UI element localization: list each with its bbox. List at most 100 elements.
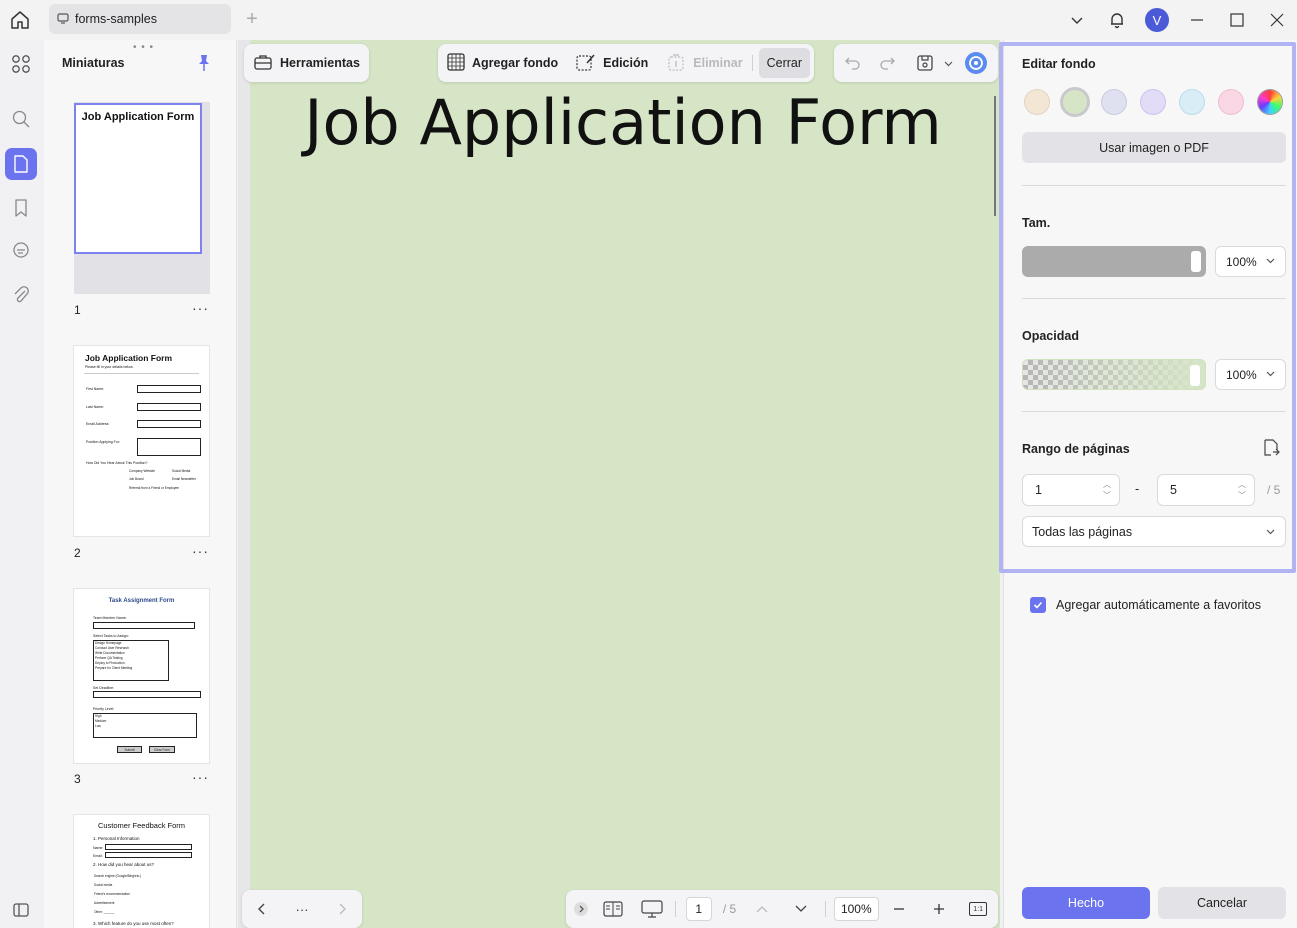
- document-page[interactable]: [250, 40, 1000, 928]
- range-to-input[interactable]: 5 ︿ ﹀: [1157, 474, 1255, 506]
- drag-handle[interactable]: • • •: [133, 42, 154, 53]
- chevron-down-icon: [1266, 529, 1275, 535]
- more-options-button[interactable]: ···: [282, 890, 322, 928]
- document-tab[interactable]: forms-samples: [49, 4, 231, 34]
- thumb3-label: Team Member Name:: [93, 616, 127, 620]
- pages-subset-select[interactable]: Todas las páginas: [1022, 516, 1286, 547]
- save-options-chevron-icon[interactable]: [944, 59, 958, 68]
- thumb3-task: Deploy to Production: [95, 661, 125, 665]
- new-tab-button[interactable]: +: [242, 9, 262, 29]
- tools-button[interactable]: Herramientas: [244, 44, 369, 82]
- size-percent-select[interactable]: 100%: [1215, 246, 1286, 277]
- presentation-icon[interactable]: [629, 890, 675, 928]
- tools-pill: Herramientas: [244, 44, 369, 82]
- use-image-or-pdf-button[interactable]: Usar imagen o PDF: [1022, 132, 1286, 163]
- page-range-settings-icon[interactable]: [1261, 438, 1281, 461]
- two-page-view-icon[interactable]: [596, 890, 630, 928]
- color-swatch-beige[interactable]: [1025, 90, 1049, 114]
- ai-assistant-icon[interactable]: [958, 44, 994, 82]
- user-avatar[interactable]: V: [1137, 0, 1177, 40]
- add-to-favorites-option[interactable]: Agregar automáticamente a favoritos: [1030, 597, 1261, 613]
- color-swatch-blue[interactable]: [1180, 90, 1204, 114]
- thumbnail-page-1[interactable]: Job Application Form: [74, 103, 202, 254]
- cancel-button[interactable]: Cancelar: [1158, 887, 1286, 919]
- pages-icon[interactable]: [5, 148, 37, 180]
- maximize-icon[interactable]: [1217, 0, 1257, 40]
- zoom-in-icon[interactable]: [919, 890, 959, 928]
- undo-icon[interactable]: [834, 44, 870, 82]
- range-from-spinner[interactable]: ︿ ﹀: [1103, 479, 1111, 501]
- thumb1-heading: Job Application Form: [81, 111, 195, 123]
- comments-icon[interactable]: [5, 235, 37, 267]
- thumb2-option: Email Newsletter: [172, 477, 196, 481]
- actual-size-button[interactable]: 1:1: [958, 890, 998, 928]
- grid-apps-icon[interactable]: [5, 48, 37, 80]
- thumbnail-page-2[interactable]: Job Application Form Please fill in your…: [74, 346, 209, 536]
- page-nav-pill: ···: [242, 890, 362, 928]
- sidebar-toggle-icon[interactable]: [5, 894, 37, 926]
- size-slider[interactable]: [1022, 246, 1206, 277]
- zoom-out-icon[interactable]: [879, 890, 919, 928]
- color-swatch-pink[interactable]: [1219, 90, 1243, 114]
- pin-icon[interactable]: [196, 54, 212, 75]
- thumb2-divider: [84, 373, 199, 374]
- opacity-value: 100%: [1226, 367, 1257, 382]
- opacity-slider-handle[interactable]: [1190, 365, 1200, 386]
- delete-background-button[interactable]: Eliminar: [657, 44, 751, 82]
- delete-background-label: Eliminar: [693, 56, 743, 70]
- color-swatch-violet[interactable]: [1141, 90, 1165, 114]
- range-to-spinner[interactable]: ︿ ﹀: [1238, 479, 1246, 501]
- favorites-checkbox[interactable]: [1030, 597, 1046, 613]
- background-toolbar: Agregar fondo Edición Eliminar Cerrar: [438, 44, 815, 82]
- thumb3-priority-list: High Medium Low: [93, 713, 197, 738]
- thumb3-task: Perform QA Testing: [95, 656, 123, 660]
- thumb3-input: [93, 691, 201, 698]
- color-swatch-green[interactable]: [1063, 90, 1087, 114]
- thumbnail-more-button[interactable]: ···: [192, 300, 209, 316]
- next-icon[interactable]: [322, 890, 362, 928]
- range-from-input[interactable]: 1 ︿ ﹀: [1022, 474, 1120, 506]
- add-background-label: Agregar fondo: [472, 56, 559, 70]
- done-button[interactable]: Hecho: [1022, 887, 1150, 919]
- minimize-icon[interactable]: [1177, 0, 1217, 40]
- vertical-scrollbar[interactable]: [994, 96, 996, 216]
- close-window-icon[interactable]: [1257, 0, 1297, 40]
- divider: [674, 901, 676, 917]
- zoom-level-input[interactable]: 100%: [833, 897, 880, 921]
- thumb4-section: 2. How did you hear about us?: [93, 862, 155, 867]
- thumb4-section: 1. Personal Information: [93, 836, 140, 841]
- thumbnail-page-3[interactable]: Task Assignment Form Team Member Name: S…: [74, 589, 209, 763]
- color-swatch-lavender[interactable]: [1102, 90, 1126, 114]
- save-icon[interactable]: [906, 44, 944, 82]
- thumbnails-panel: • • • Miniaturas Job Application Form 1 …: [44, 40, 237, 928]
- search-icon[interactable]: [5, 103, 37, 135]
- bookmark-icon[interactable]: [5, 192, 37, 224]
- thumbnail-more-button[interactable]: ···: [192, 543, 209, 559]
- document-area: Job Application Form Herramientas Agrega…: [238, 40, 1000, 928]
- document-title: Job Application Form: [304, 86, 942, 159]
- thumbnail-more-button[interactable]: ···: [192, 769, 209, 785]
- edit-background-title: Editar fondo: [1022, 57, 1096, 71]
- edit-background-button[interactable]: Edición: [567, 44, 657, 82]
- page-number-input[interactable]: 1: [685, 897, 712, 921]
- chevron-down-icon: [1266, 371, 1275, 377]
- redo-icon[interactable]: [870, 44, 906, 82]
- opacity-slider[interactable]: [1022, 359, 1206, 390]
- opacity-percent-select[interactable]: 100%: [1215, 359, 1286, 390]
- bell-icon[interactable]: [1097, 0, 1137, 40]
- tools-label: Herramientas: [280, 56, 360, 70]
- previous-icon[interactable]: [242, 890, 282, 928]
- page-down-icon[interactable]: [777, 890, 825, 928]
- custom-color-picker-icon[interactable]: [1258, 90, 1282, 114]
- add-background-button[interactable]: Agregar fondo: [438, 44, 567, 82]
- thumb3-clear: Clear Form: [149, 746, 175, 753]
- thumb4-heading: Customer Feedback Form: [97, 821, 186, 830]
- expand-icon[interactable]: [566, 890, 596, 928]
- close-background-button[interactable]: Cerrar: [758, 48, 811, 78]
- thumbnail-page-4[interactable]: Customer Feedback Form 1. Personal Infor…: [74, 815, 209, 928]
- size-slider-handle[interactable]: [1191, 251, 1201, 272]
- attachment-icon[interactable]: [5, 279, 37, 311]
- page-up-icon[interactable]: [747, 890, 777, 928]
- home-icon[interactable]: [9, 9, 31, 31]
- chevron-down-icon[interactable]: [1057, 0, 1097, 40]
